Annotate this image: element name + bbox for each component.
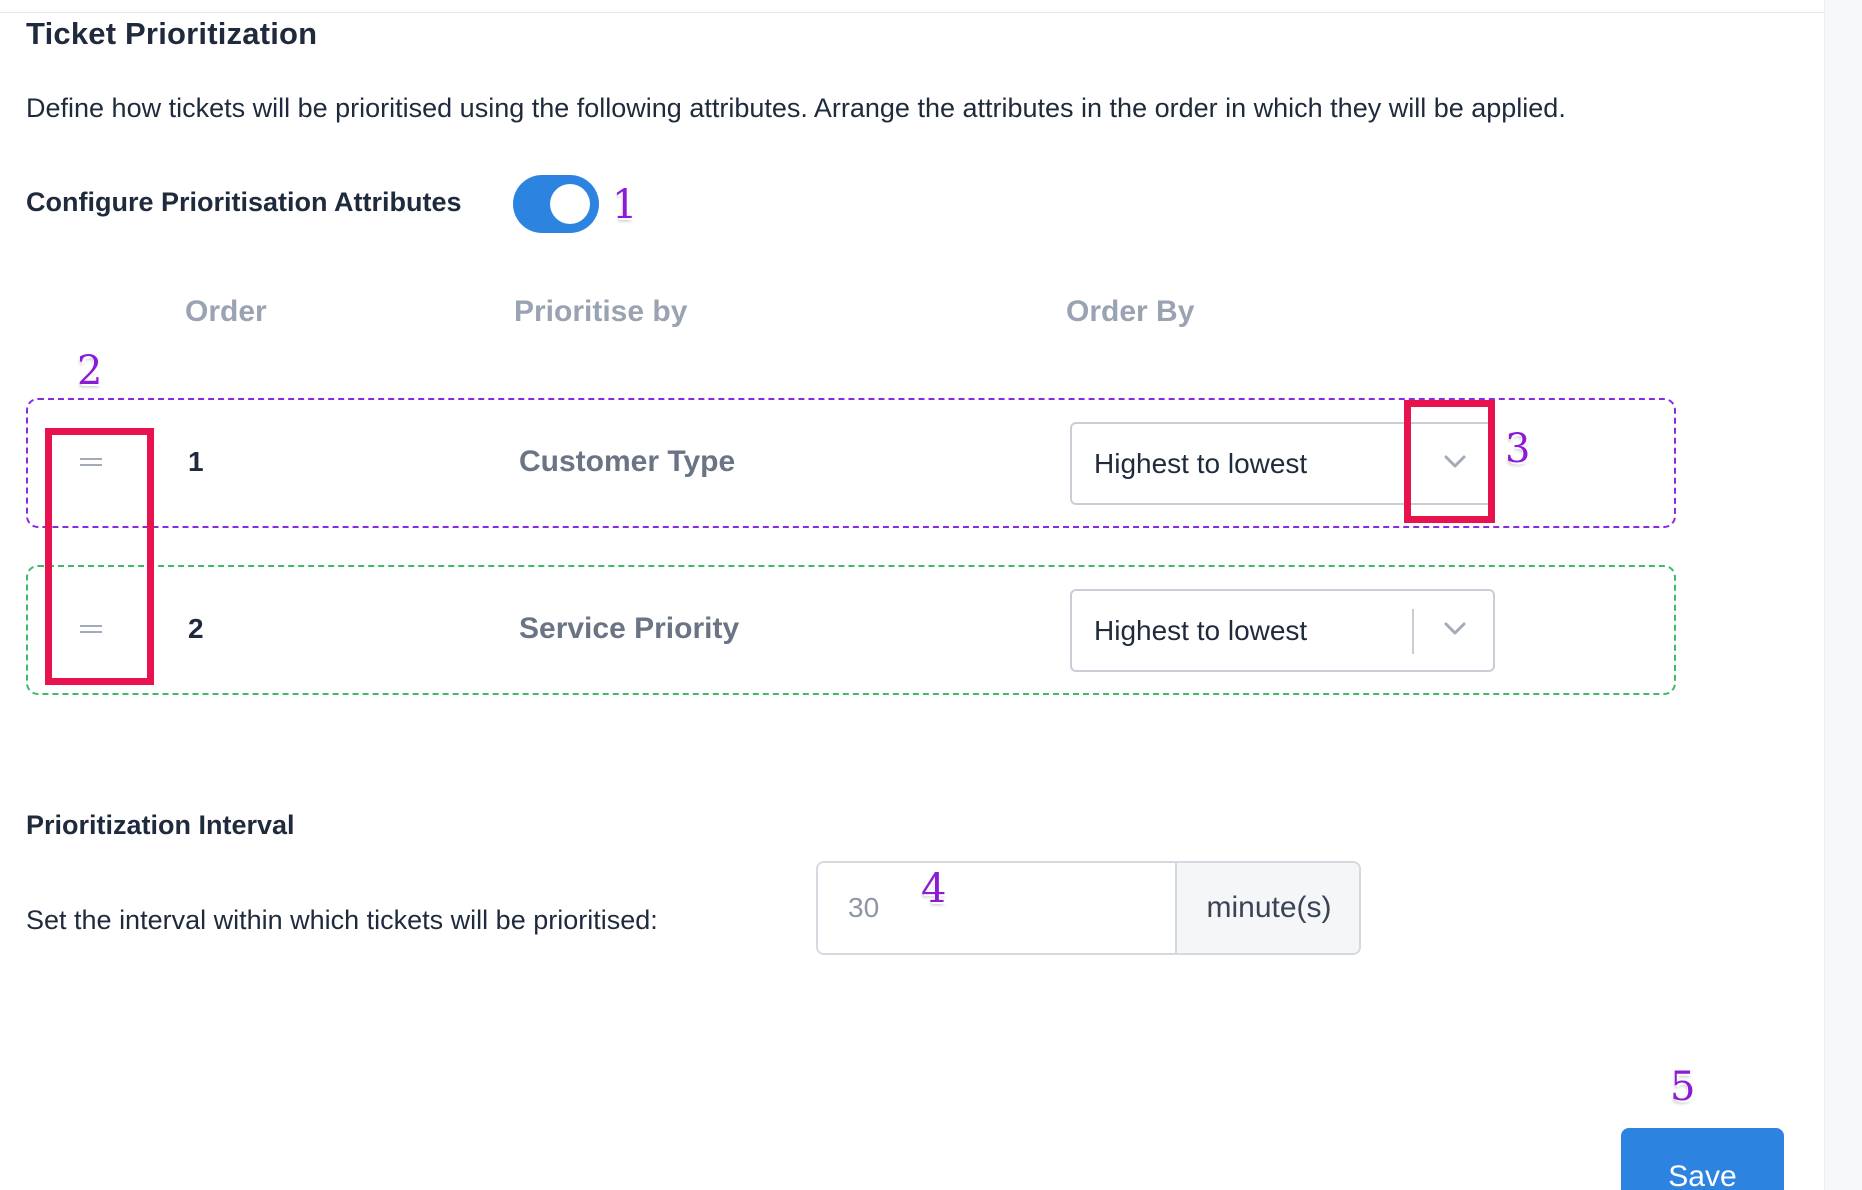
save-button[interactable]: Save xyxy=(1621,1128,1784,1190)
interval-section-title: Prioritization Interval xyxy=(26,810,295,840)
interval-input-group: minute(s) xyxy=(816,861,1361,955)
annotation-marker-1: 1 xyxy=(612,182,638,228)
order-by-select[interactable]: Highest to lowest xyxy=(1070,589,1495,672)
interval-input[interactable] xyxy=(818,863,1175,953)
chevron-down-icon[interactable] xyxy=(1444,617,1466,639)
column-header-order: Order xyxy=(185,295,267,328)
annotation-marker-3: 3 xyxy=(1505,426,1531,472)
column-header-order-by: Order By xyxy=(1066,295,1195,328)
annotation-box-dropdown xyxy=(1404,400,1495,523)
configure-attributes-toggle[interactable] xyxy=(513,175,599,233)
row-attribute-name: Customer Type xyxy=(519,445,736,478)
annotation-marker-5: 5 xyxy=(1670,1064,1696,1110)
toggle-knob xyxy=(550,184,590,224)
row-attribute-name: Service Priority xyxy=(519,612,740,645)
select-divider xyxy=(1412,609,1414,654)
page-description: Define how tickets will be prioritised u… xyxy=(26,93,1566,123)
interval-label: Set the interval within which tickets wi… xyxy=(26,905,658,935)
top-divider xyxy=(0,12,1824,13)
annotation-marker-4: 4 xyxy=(921,866,947,912)
interval-unit-addon: minute(s) xyxy=(1175,863,1359,953)
ticket-prioritization-page: Ticket Prioritization Define how tickets… xyxy=(0,0,1862,1190)
scrollbar-gutter xyxy=(1824,0,1862,1190)
priority-row[interactable]: 2 Service Priority Highest to lowest xyxy=(26,565,1676,695)
order-by-value: Highest to lowest xyxy=(1094,448,1308,479)
order-by-value: Highest to lowest xyxy=(1094,615,1308,646)
row-order-number: 2 xyxy=(188,613,204,644)
page-title: Ticket Prioritization xyxy=(26,16,318,51)
configure-attributes-label: Configure Prioritisation Attributes xyxy=(26,187,462,217)
annotation-box-drag-handles xyxy=(45,428,154,685)
row-order-number: 1 xyxy=(188,446,204,477)
annotation-marker-2: 2 xyxy=(77,348,103,394)
column-header-prioritise-by: Prioritise by xyxy=(514,295,688,328)
